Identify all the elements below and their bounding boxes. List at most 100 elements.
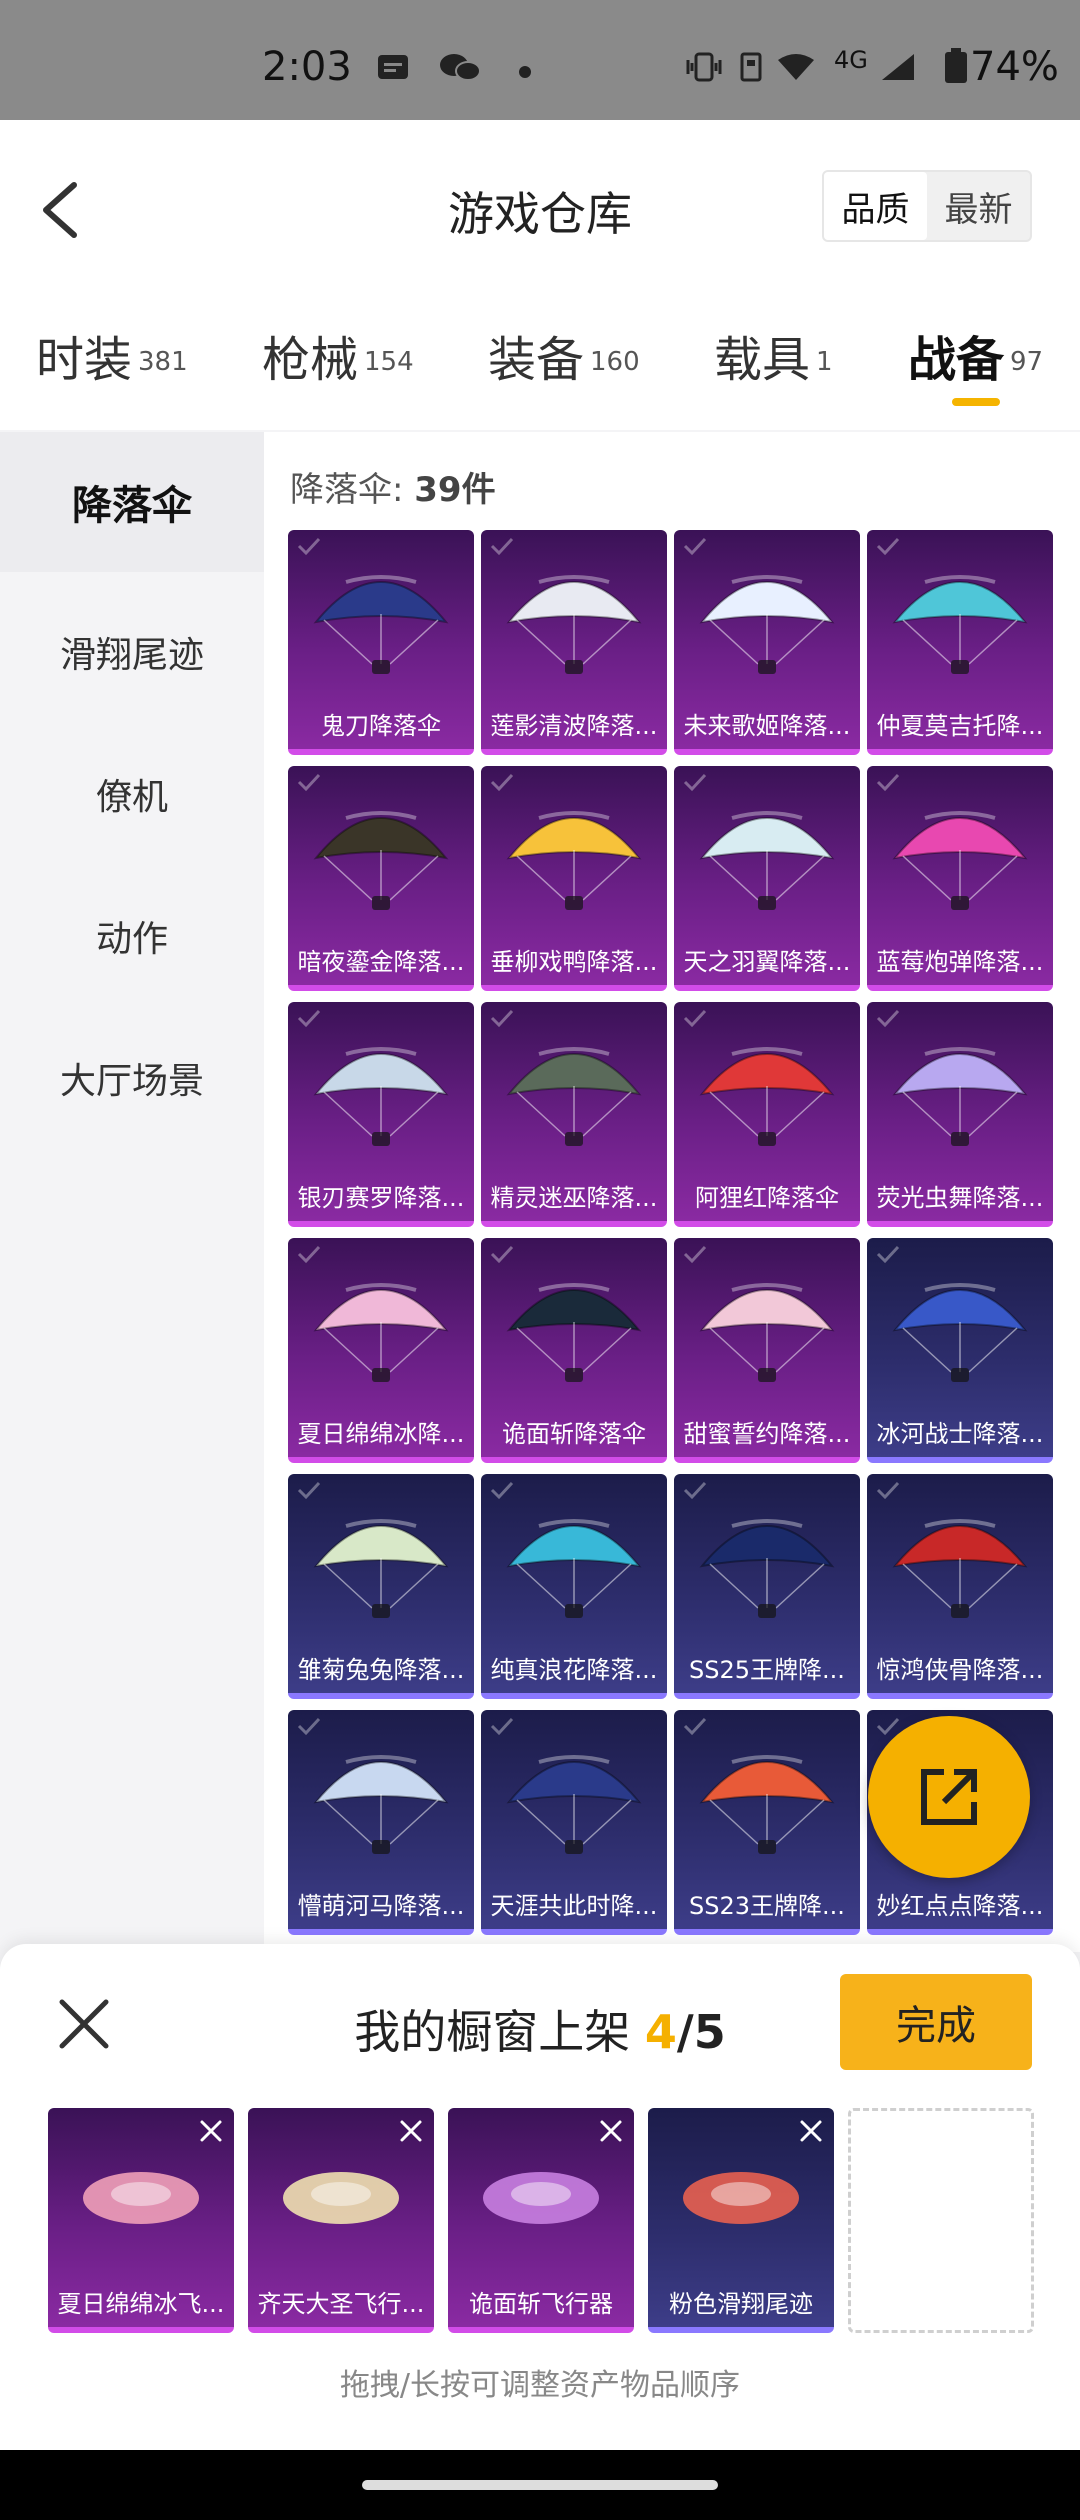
parachute-image bbox=[306, 552, 456, 682]
showcase-total-count: 5 bbox=[693, 2005, 726, 2059]
item-card[interactable]: 蓝莓炮弹降落... bbox=[867, 766, 1053, 991]
sim-icon bbox=[740, 52, 762, 82]
parachute-image bbox=[885, 788, 1035, 918]
item-card[interactable]: 垂柳戏鸭降落... bbox=[481, 766, 667, 991]
item-count: 降落伞: 39件 bbox=[290, 462, 496, 511]
parachute-image bbox=[692, 1024, 842, 1154]
item-card[interactable]: SS25王牌降... bbox=[674, 1474, 860, 1699]
parachute-image bbox=[885, 1496, 1035, 1626]
slot-item-name: 诡面斩飞行器 bbox=[469, 2290, 613, 2318]
vibrate-icon bbox=[686, 52, 722, 82]
item-name: 荧光虫舞降落... bbox=[876, 1184, 1044, 1212]
item-name: 纯真浪花降落... bbox=[490, 1656, 658, 1684]
showcase-slot[interactable]: 诡面斩飞行器 bbox=[448, 2108, 634, 2333]
tab-weapons[interactable]: 枪械 154 bbox=[262, 320, 414, 400]
dot-icon bbox=[519, 66, 531, 78]
item-card[interactable]: 纯真浪花降落... bbox=[481, 1474, 667, 1699]
sidebar-item-glide-trail[interactable]: 滑翔尾迹 bbox=[0, 582, 264, 722]
parachute-image bbox=[885, 1260, 1035, 1390]
item-name: 惊鸿侠骨降落... bbox=[876, 1656, 1044, 1684]
done-button[interactable]: 完成 bbox=[840, 1974, 1032, 2070]
parachute-image bbox=[306, 1024, 456, 1154]
share-button[interactable] bbox=[868, 1716, 1030, 1878]
showcase-title-text: 我的橱窗上架 bbox=[354, 2005, 645, 2059]
wechat-icon bbox=[440, 54, 481, 81]
item-name: 天之羽翼降落... bbox=[683, 948, 851, 976]
message-icon bbox=[378, 55, 408, 79]
sidebar-item-emote[interactable]: 动作 bbox=[0, 866, 264, 1006]
parachute-image bbox=[885, 1024, 1035, 1154]
parachute-image bbox=[306, 1260, 456, 1390]
tab-vehicles[interactable]: 载具 1 bbox=[714, 320, 833, 400]
status-bar: 2:03 4G 74% bbox=[0, 0, 1080, 120]
item-card[interactable]: 银刃赛罗降落... bbox=[288, 1002, 474, 1227]
item-card[interactable]: 暗夜鎏金降落... bbox=[288, 766, 474, 991]
parachute-image bbox=[692, 1496, 842, 1626]
parachute-image bbox=[306, 788, 456, 918]
showcase-empty-slot[interactable] bbox=[848, 2108, 1034, 2333]
item-card[interactable]: 精灵迷巫降落... bbox=[481, 1002, 667, 1227]
sidebar-item-parachute[interactable]: 降落伞 bbox=[0, 432, 264, 572]
item-name: 妙红点点降落... bbox=[876, 1892, 1044, 1920]
showcase-slot[interactable]: 齐天大圣飞行... bbox=[248, 2108, 434, 2333]
item-name: 天涯共此时降... bbox=[490, 1892, 658, 1920]
tab-equipment[interactable]: 装备 160 bbox=[488, 320, 640, 400]
showcase-current-count: 4 bbox=[644, 2005, 677, 2059]
tab-count: 381 bbox=[138, 346, 188, 377]
sidebar-item-lobby-scene[interactable]: 大厅场景 bbox=[0, 1008, 264, 1148]
parachute-image bbox=[885, 552, 1035, 682]
system-nav-bar bbox=[0, 2450, 1080, 2520]
item-card[interactable]: 诡面斩降落伞 bbox=[481, 1238, 667, 1463]
parachute-image bbox=[499, 788, 649, 918]
wifi-icon bbox=[778, 54, 814, 80]
item-card[interactable]: 雏菊兔兔降落... bbox=[288, 1474, 474, 1699]
item-count-label: 降落伞: bbox=[290, 470, 415, 510]
item-name: 诡面斩降落伞 bbox=[502, 1420, 646, 1448]
sort-quality[interactable]: 品质 bbox=[824, 172, 927, 240]
tab-label: 战备 bbox=[908, 332, 1005, 388]
item-count-value: 39件 bbox=[414, 470, 496, 510]
item-name: SS23王牌降... bbox=[689, 1892, 845, 1920]
tab-battle-gear[interactable]: 战备 97 bbox=[908, 320, 1043, 400]
item-name: SS25王牌降... bbox=[689, 1656, 845, 1684]
showcase-separator: / bbox=[676, 2005, 694, 2059]
slot-item-name: 夏日绵绵冰飞... bbox=[57, 2290, 225, 2318]
slot-item-name: 齐天大圣飞行... bbox=[257, 2290, 425, 2318]
item-name: 甜蜜誓约降落... bbox=[683, 1420, 851, 1448]
item-name: 仲夏莫吉托降... bbox=[876, 712, 1044, 740]
app-header: 游戏仓库 品质 最新 bbox=[0, 120, 1080, 290]
item-card[interactable]: 未来歌姬降落... bbox=[674, 530, 860, 755]
showcase-slot[interactable]: 粉色滑翔尾迹 bbox=[648, 2108, 834, 2333]
parachute-image bbox=[692, 1260, 842, 1390]
sidebar-item-wingman[interactable]: 僚机 bbox=[0, 724, 264, 864]
item-card[interactable]: 夏日绵绵冰降... bbox=[288, 1238, 474, 1463]
tab-label: 装备 bbox=[488, 332, 585, 388]
item-name: 精灵迷巫降落... bbox=[490, 1184, 658, 1212]
item-card[interactable]: 荧光虫舞降落... bbox=[867, 1002, 1053, 1227]
tab-fashion[interactable]: 时装 381 bbox=[36, 320, 188, 400]
item-card[interactable]: 天之羽翼降落... bbox=[674, 766, 860, 991]
item-card[interactable]: 甜蜜誓约降落... bbox=[674, 1238, 860, 1463]
item-card[interactable]: 仲夏莫吉托降... bbox=[867, 530, 1053, 755]
network-type: 4G bbox=[834, 46, 868, 74]
battery-percent: 74% bbox=[970, 44, 1059, 90]
parachute-image bbox=[306, 1732, 456, 1862]
item-card[interactable]: 莲影清波降落... bbox=[481, 530, 667, 755]
tab-label: 枪械 bbox=[262, 332, 359, 388]
sort-newest[interactable]: 最新 bbox=[927, 172, 1030, 240]
item-card[interactable]: 天涯共此时降... bbox=[481, 1710, 667, 1935]
item-name: 冰河战士降落... bbox=[876, 1420, 1044, 1448]
item-card[interactable]: 惊鸿侠骨降落... bbox=[867, 1474, 1053, 1699]
tab-count: 154 bbox=[364, 346, 414, 377]
item-card[interactable]: 阿狸红降落伞 bbox=[674, 1002, 860, 1227]
slot-item-name: 粉色滑翔尾迹 bbox=[669, 2290, 813, 2318]
showcase-slot[interactable]: 夏日绵绵冰飞... bbox=[48, 2108, 234, 2333]
item-name: 银刃赛罗降落... bbox=[297, 1184, 465, 1212]
item-card[interactable]: SS23王牌降... bbox=[674, 1710, 860, 1935]
item-card[interactable]: 懵萌河马降落... bbox=[288, 1710, 474, 1935]
item-name: 雏菊兔兔降落... bbox=[297, 1656, 465, 1684]
item-card[interactable]: 鬼刀降落伞 bbox=[288, 530, 474, 755]
item-card[interactable]: 冰河战士降落... bbox=[867, 1238, 1053, 1463]
item-name: 鬼刀降落伞 bbox=[321, 712, 441, 740]
home-gesture-bar[interactable] bbox=[362, 2480, 718, 2490]
